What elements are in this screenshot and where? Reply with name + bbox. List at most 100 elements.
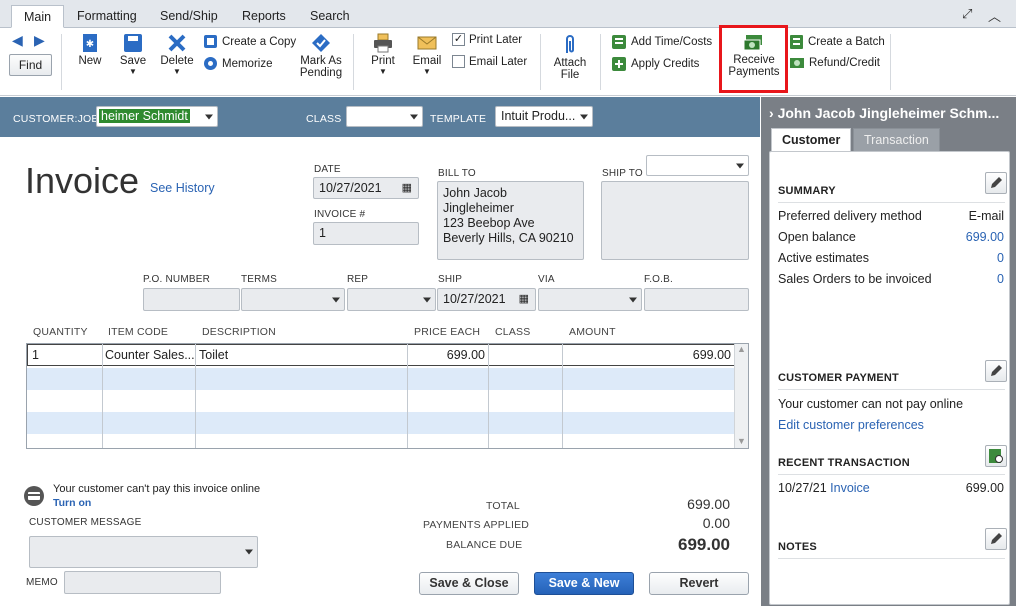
attach-file-button[interactable]: Attach File bbox=[551, 33, 589, 81]
table-row[interactable] bbox=[27, 412, 735, 434]
save-close-button[interactable]: Save & Close bbox=[419, 572, 519, 595]
tab-reports[interactable]: Reports bbox=[230, 5, 298, 28]
memo-field[interactable] bbox=[64, 571, 221, 594]
table-row[interactable] bbox=[27, 390, 735, 412]
attach-label-1: Attach bbox=[553, 57, 587, 69]
checkbox-checked-icon[interactable]: ✓ bbox=[452, 33, 465, 46]
template-label: TEMPLATE bbox=[430, 113, 487, 125]
table-row[interactable] bbox=[27, 368, 735, 390]
cell-item-code[interactable]: Counter Sales... bbox=[105, 348, 195, 362]
print-later-checkbox[interactable]: ✓ Print Later bbox=[452, 33, 522, 46]
class-select[interactable] bbox=[346, 106, 423, 127]
summary-row: Active estimates 0 bbox=[778, 251, 1004, 265]
column-header-quantity[interactable]: QUANTITY bbox=[33, 326, 88, 338]
open-balance-link[interactable]: 699.00 bbox=[966, 230, 1004, 244]
view-transactions-button[interactable] bbox=[985, 445, 1007, 467]
balance-due-label: BALANCE DUE bbox=[446, 539, 523, 551]
table-row[interactable] bbox=[27, 434, 735, 448]
tab-formatting[interactable]: Formatting bbox=[65, 5, 149, 28]
find-button[interactable]: Find bbox=[9, 54, 52, 76]
edit-notes-button[interactable] bbox=[985, 528, 1007, 550]
scroll-down-icon[interactable]: ▼ bbox=[735, 436, 748, 446]
delete-button[interactable]: Delete ▼ bbox=[159, 33, 195, 76]
panel-customer-name[interactable]: › John Jacob Jingleheimer Schm... bbox=[769, 105, 999, 121]
next-arrow-icon[interactable]: ▶ bbox=[34, 32, 45, 49]
scrollbar[interactable]: ▲ ▼ bbox=[734, 344, 748, 448]
see-history-link[interactable]: See History bbox=[150, 181, 215, 195]
rep-select[interactable] bbox=[347, 288, 436, 311]
previous-arrow-icon[interactable]: ◀ bbox=[12, 32, 23, 49]
cell-amount[interactable]: 699.00 bbox=[564, 348, 731, 362]
new-button[interactable]: ✱ New bbox=[74, 33, 106, 67]
table-row[interactable]: 1 Counter Sales... Toilet 699.00 699.00 bbox=[27, 344, 735, 366]
cell-description[interactable]: Toilet bbox=[199, 348, 228, 362]
email-button[interactable]: Email ▼ bbox=[411, 33, 443, 76]
tab-customer[interactable]: Customer bbox=[771, 128, 852, 151]
scroll-up-icon[interactable]: ▲ bbox=[735, 344, 748, 354]
cell-price-each[interactable]: 699.00 bbox=[409, 348, 485, 362]
tab-transaction[interactable]: Transaction bbox=[853, 128, 940, 151]
divider bbox=[61, 34, 62, 90]
collapse-ribbon-icon[interactable]: ︿ bbox=[988, 6, 1001, 25]
terms-select[interactable] bbox=[241, 288, 345, 311]
checkbox-unchecked-icon[interactable] bbox=[452, 55, 465, 68]
chevron-right-icon[interactable]: › bbox=[769, 105, 774, 121]
create-copy-button[interactable]: Create a Copy bbox=[203, 34, 296, 49]
via-select[interactable] bbox=[538, 288, 642, 311]
ship-date-field[interactable]: 10/27/2021 ▦ bbox=[437, 288, 536, 311]
calendar-icon[interactable]: ▦ bbox=[519, 292, 529, 305]
customer-job-select[interactable]: heimer Schmidt bbox=[96, 106, 218, 127]
memorize-button[interactable]: Memorize bbox=[203, 56, 272, 71]
add-time-costs-button[interactable]: Add Time/Costs bbox=[611, 34, 712, 50]
tab-send-ship[interactable]: Send/Ship bbox=[148, 5, 230, 28]
edit-customer-preferences-link[interactable]: Edit customer preferences bbox=[778, 418, 924, 432]
print-button[interactable]: Print ▼ bbox=[367, 33, 399, 76]
chevron-down-icon bbox=[629, 297, 637, 302]
bill-to-field[interactable]: John Jacob Jingleheimer 123 Beebop Ave B… bbox=[437, 181, 584, 260]
restore-icon[interactable]: ⤢ bbox=[962, 6, 972, 22]
cell-quantity[interactable]: 1 bbox=[32, 348, 39, 362]
revert-button[interactable]: Revert bbox=[649, 572, 749, 595]
create-batch-button[interactable]: Create a Batch bbox=[789, 34, 885, 50]
sales-orders-link[interactable]: 0 bbox=[997, 272, 1004, 286]
email-later-checkbox[interactable]: Email Later bbox=[452, 55, 527, 68]
invoice-number-field[interactable]: 1 bbox=[313, 222, 419, 245]
panel-customer-name-text: John Jacob Jingleheimer Schm... bbox=[777, 105, 1000, 121]
chevron-down-icon bbox=[423, 297, 431, 302]
paperclip-icon bbox=[566, 35, 574, 53]
payments-applied-value: 0.00 bbox=[702, 515, 730, 531]
date-field[interactable]: 10/27/2021 ▦ bbox=[313, 177, 419, 199]
bill-to-label: BILL TO bbox=[438, 168, 476, 179]
column-header-amount[interactable]: AMOUNT bbox=[569, 326, 616, 338]
tab-main[interactable]: Main bbox=[11, 5, 65, 28]
save-disk-icon bbox=[124, 34, 142, 52]
customer-job-value: heimer Schmidt bbox=[99, 109, 190, 123]
mark-as-pending-button[interactable]: Mark As Pending bbox=[297, 33, 345, 79]
column-header-description[interactable]: DESCRIPTION bbox=[202, 326, 276, 338]
summary-label: Active estimates bbox=[778, 251, 870, 265]
edit-summary-button[interactable] bbox=[985, 172, 1007, 194]
column-header-class[interactable]: CLASS bbox=[495, 326, 530, 338]
memorize-label: Memorize bbox=[222, 57, 273, 70]
divider bbox=[778, 202, 1005, 203]
tab-search[interactable]: Search bbox=[298, 5, 362, 28]
chevron-down-icon bbox=[580, 114, 588, 119]
invoice-number-label: INVOICE # bbox=[314, 209, 366, 220]
template-select[interactable]: Intuit Produ... bbox=[495, 106, 593, 127]
po-number-field[interactable] bbox=[143, 288, 240, 311]
refund-credit-button[interactable]: Refund/Credit bbox=[789, 56, 880, 70]
column-header-price-each[interactable]: PRICE EACH bbox=[414, 326, 480, 338]
recent-invoice-link[interactable]: Invoice bbox=[830, 481, 870, 495]
calendar-icon[interactable]: ▦ bbox=[402, 181, 412, 194]
edit-payment-button[interactable] bbox=[985, 360, 1007, 382]
save-button[interactable]: Save ▼ bbox=[117, 33, 149, 76]
ship-to-field[interactable] bbox=[601, 181, 749, 260]
column-header-item-code[interactable]: ITEM CODE bbox=[108, 326, 168, 338]
fob-field[interactable] bbox=[644, 288, 749, 311]
ship-to-select[interactable] bbox=[646, 155, 749, 176]
customer-message-select[interactable] bbox=[29, 536, 258, 568]
save-new-button[interactable]: Save & New bbox=[534, 572, 634, 595]
active-estimates-link[interactable]: 0 bbox=[997, 251, 1004, 265]
turn-on-link[interactable]: Turn on bbox=[53, 497, 91, 509]
apply-credits-button[interactable]: Apply Credits bbox=[611, 56, 699, 72]
